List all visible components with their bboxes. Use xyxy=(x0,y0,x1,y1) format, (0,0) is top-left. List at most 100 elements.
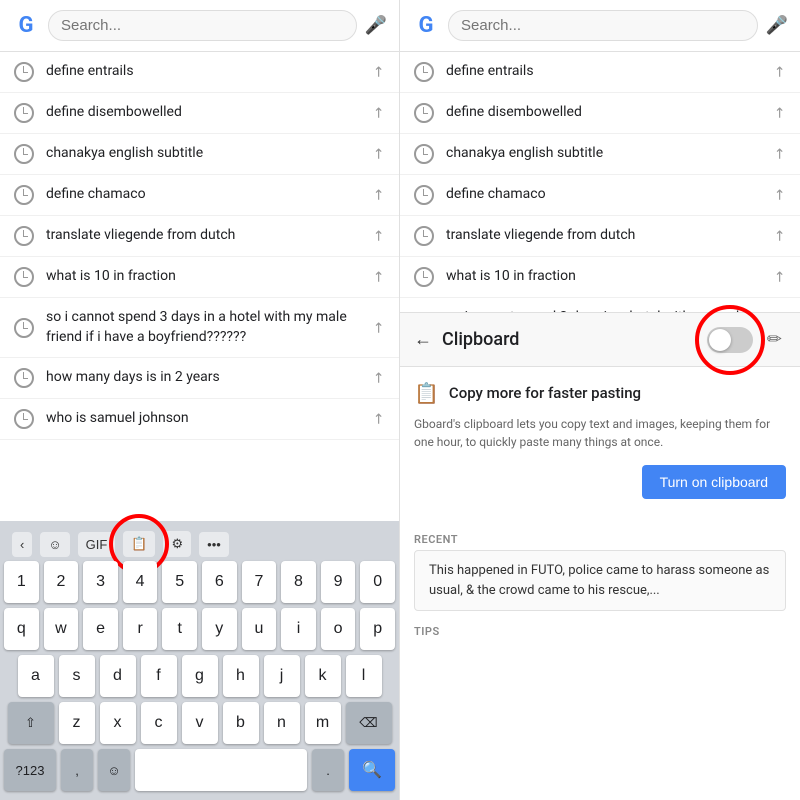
list-item[interactable]: so i cannot spend 3 days in a hotel with… xyxy=(400,298,800,312)
keyboard-clipboard-button[interactable]: 📋 xyxy=(123,531,155,557)
key-z[interactable]: z xyxy=(59,702,95,744)
list-item[interactable]: how many days is in 2 years ↗ xyxy=(0,358,399,399)
arrow-link-icon: ↗ xyxy=(770,267,790,287)
key-b[interactable]: b xyxy=(223,702,259,744)
key-h[interactable]: h xyxy=(223,655,259,697)
key-r[interactable]: r xyxy=(123,608,158,650)
clock-icon xyxy=(414,226,434,246)
list-item[interactable]: so i cannot spend 3 days in a hotel with… xyxy=(0,298,399,358)
left-search-input[interactable] xyxy=(61,17,344,34)
key-s[interactable]: s xyxy=(59,655,95,697)
key-a[interactable]: a xyxy=(18,655,54,697)
keyboard-emoji-button[interactable]: ☺ xyxy=(40,532,69,557)
key-f[interactable]: f xyxy=(141,655,177,697)
key-3[interactable]: 3 xyxy=(83,561,118,603)
keyboard-settings-button[interactable]: ⚙ xyxy=(163,531,191,557)
key-1[interactable]: 1 xyxy=(4,561,39,603)
key-p[interactable]: p xyxy=(360,608,395,650)
key-i[interactable]: i xyxy=(281,608,316,650)
key-c[interactable]: c xyxy=(141,702,177,744)
arrow-link-icon: ↗ xyxy=(770,62,790,82)
keyboard-back-button[interactable]: ‹ xyxy=(12,532,32,557)
list-item[interactable]: define entrails ↗ xyxy=(400,52,800,93)
arrow-link-icon: ↗ xyxy=(369,62,389,82)
arrow-link-icon: ↗ xyxy=(369,368,389,388)
arrow-link-icon: ↗ xyxy=(369,144,389,164)
clipboard-toggle-switch[interactable] xyxy=(707,327,753,353)
key-u[interactable]: u xyxy=(242,608,277,650)
left-search-input-box[interactable] xyxy=(48,10,357,41)
list-item[interactable]: what is 10 in fraction ↗ xyxy=(0,257,399,298)
key-x[interactable]: x xyxy=(100,702,136,744)
key-k[interactable]: k xyxy=(305,655,341,697)
key-search[interactable]: 🔍 xyxy=(349,749,395,791)
key-comma[interactable]: , xyxy=(61,749,93,791)
clipboard-edit-button[interactable]: ✏ xyxy=(763,325,786,354)
key-emoji[interactable]: ☺ xyxy=(98,749,130,791)
item-text: how many days is in 2 years xyxy=(46,368,361,388)
clipboard-back-button[interactable]: ← xyxy=(414,329,432,350)
clock-icon xyxy=(414,267,434,287)
list-item[interactable]: chanakya english subtitle ↗ xyxy=(0,134,399,175)
turn-on-clipboard-button[interactable]: Turn on clipboard xyxy=(642,465,786,499)
list-item[interactable]: define disembowelled ↗ xyxy=(0,93,399,134)
key-d[interactable]: d xyxy=(100,655,136,697)
list-item[interactable]: define chamaco ↗ xyxy=(0,175,399,216)
key-8[interactable]: 8 xyxy=(281,561,316,603)
key-9[interactable]: 9 xyxy=(321,561,356,603)
clock-icon xyxy=(414,185,434,205)
key-5[interactable]: 5 xyxy=(162,561,197,603)
key-w[interactable]: w xyxy=(44,608,79,650)
list-item[interactable]: define disembowelled ↗ xyxy=(400,93,800,134)
key-n[interactable]: n xyxy=(264,702,300,744)
list-item[interactable]: translate vliegende from dutch ↗ xyxy=(400,216,800,257)
keyboard-gif-button[interactable]: GIF xyxy=(78,532,116,557)
copy-more-row: 📋 Copy more for faster pasting xyxy=(414,381,786,405)
key-t[interactable]: t xyxy=(162,608,197,650)
keyboard-number-row: 1 2 3 4 5 6 7 8 9 0 xyxy=(4,561,395,603)
list-item[interactable]: chanakya english subtitle ↗ xyxy=(400,134,800,175)
list-item[interactable]: translate vliegende from dutch ↗ xyxy=(0,216,399,257)
key-period[interactable]: . xyxy=(312,749,344,791)
left-phone-panel: G 🎤 define entrails ↗ define disembowell… xyxy=(0,0,400,800)
key-4[interactable]: 4 xyxy=(123,561,158,603)
key-j[interactable]: j xyxy=(264,655,300,697)
key-backspace[interactable]: ⌫ xyxy=(346,702,392,744)
clock-icon xyxy=(14,144,34,164)
key-0[interactable]: 0 xyxy=(360,561,395,603)
key-g[interactable]: g xyxy=(182,655,218,697)
key-e[interactable]: e xyxy=(83,608,118,650)
clock-icon xyxy=(14,103,34,123)
clipboard-panel: ← Clipboard ✏ 📋 Copy more for faster pas… xyxy=(400,312,800,642)
right-search-input[interactable] xyxy=(461,17,745,34)
keyboard-z-row: ⇧ z x c v b n m ⌫ xyxy=(4,702,395,744)
key-v[interactable]: v xyxy=(182,702,218,744)
list-item[interactable]: what is 10 in fraction ↗ xyxy=(400,257,800,298)
clock-icon xyxy=(14,368,34,388)
key-o[interactable]: o xyxy=(321,608,356,650)
keyboard-area: ‹ ☺ GIF 📋 ⚙ ••• 1 2 3 4 5 6 7 8 9 0 q w xyxy=(0,521,399,800)
list-item[interactable]: define entrails ↗ xyxy=(0,52,399,93)
key-2[interactable]: 2 xyxy=(44,561,79,603)
keyboard-more-button[interactable]: ••• xyxy=(199,532,229,557)
key-y[interactable]: y xyxy=(202,608,237,650)
list-item[interactable]: define chamaco ↗ xyxy=(400,175,800,216)
recent-clipboard-text[interactable]: This happened in FUTO, police came to ha… xyxy=(414,550,786,611)
key-l[interactable]: l xyxy=(346,655,382,697)
recent-section-label: RECENT xyxy=(400,527,800,550)
key-q[interactable]: q xyxy=(4,608,39,650)
arrow-link-icon: ↗ xyxy=(770,226,790,246)
key-m[interactable]: m xyxy=(305,702,341,744)
key-shift[interactable]: ⇧ xyxy=(8,702,54,744)
list-item[interactable]: who is samuel johnson ↗ xyxy=(0,399,399,440)
key-6[interactable]: 6 xyxy=(202,561,237,603)
clock-icon xyxy=(14,267,34,287)
key-7[interactable]: 7 xyxy=(242,561,277,603)
key-num-switch[interactable]: ?123 xyxy=(4,749,56,791)
mic-icon-right[interactable]: 🎤 xyxy=(766,15,788,36)
right-search-input-box[interactable] xyxy=(448,10,758,41)
clock-icon xyxy=(414,144,434,164)
key-space[interactable] xyxy=(135,749,307,791)
item-text: what is 10 in fraction xyxy=(446,267,762,287)
mic-icon[interactable]: 🎤 xyxy=(365,15,387,36)
